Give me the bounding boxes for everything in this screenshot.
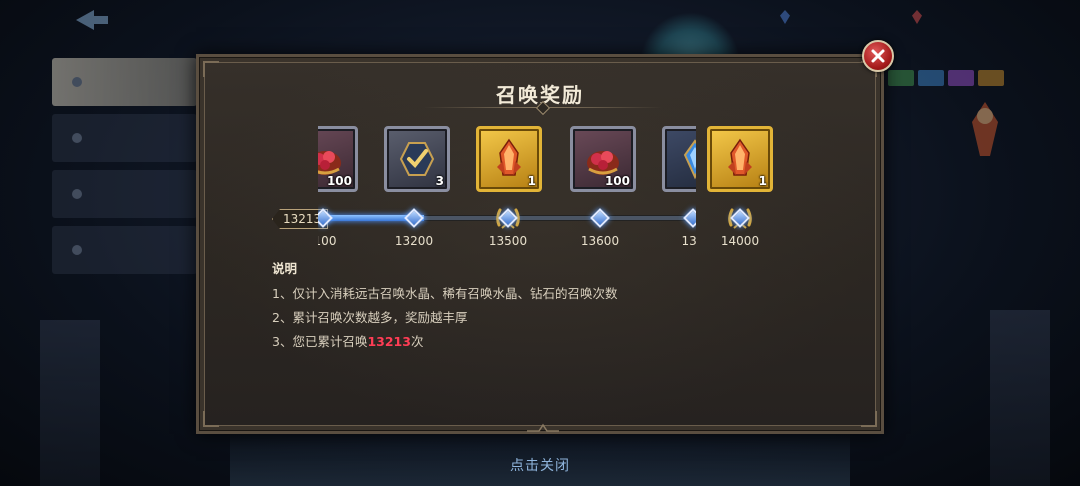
milestone-threshold: 13200 [394, 234, 434, 248]
frame-corner [861, 411, 877, 427]
reward-quantity: 100 [604, 174, 630, 188]
explanation-line-3: 3、您已累计召唤13213次 [272, 331, 617, 350]
hero-portrait-icon [972, 102, 998, 156]
explanation-section: 说明 1、仅计入消耗远古召唤水晶、稀有召唤水晶、钻石的召唤次数 2、累计召唤次数… [272, 258, 617, 355]
background-sidebar [52, 58, 197, 282]
reward-quantity: 1 [527, 174, 536, 188]
reward-card[interactable] [662, 126, 696, 192]
reward-card[interactable]: 1 [476, 126, 542, 192]
frame-corner [203, 61, 219, 77]
bottom-ornament [527, 423, 559, 432]
close-button[interactable] [862, 40, 894, 72]
checkmark-token-icon [399, 142, 435, 176]
reward-card[interactable]: 100 [318, 126, 358, 192]
summon-count: 13213 [367, 334, 411, 349]
back-arrow-icon [76, 10, 108, 30]
reward-card[interactable]: 1 [707, 126, 773, 192]
frame-corner [203, 411, 219, 427]
milestone-node [318, 208, 333, 228]
milestone-threshold: 13600 [580, 234, 620, 248]
fire-crystal-icon [497, 138, 521, 176]
final-milestone: 1 14000 [700, 118, 780, 258]
background-sidebar-item [52, 58, 197, 106]
reward-quantity: 1 [758, 174, 767, 188]
background-tab [978, 70, 1004, 86]
reward-quantity: 100 [326, 174, 352, 188]
resource-crystal-icon [912, 10, 926, 24]
blue-crystal-icon [683, 139, 696, 180]
background-tab [888, 70, 914, 86]
background-sidebar-item [52, 226, 197, 274]
explanation-line-3-suffix: 次 [410, 334, 424, 349]
explanation-line-2: 2、累计召唤次数越多，奖励越丰厚 [272, 310, 468, 325]
explanation-line-1: 1、仅计入消耗远古召唤水晶、稀有召唤水晶、钻石的召唤次数 [272, 286, 618, 301]
tap-to-close[interactable]: 点击关闭 [0, 455, 1080, 475]
background-sidebar-item [52, 114, 197, 162]
milestone-threshold: 13500 [488, 234, 528, 248]
milestone-node [683, 208, 696, 228]
milestone-threshold: 100 [318, 234, 337, 248]
milestone-node [590, 208, 610, 228]
background-tab [948, 70, 974, 86]
explanation-line-3-prefix: 3、您已累计召唤 [272, 334, 368, 349]
milestone-threshold: 137 [681, 234, 696, 248]
resource-gem-icon [780, 10, 794, 24]
background-tab [918, 70, 944, 86]
milestone-node [496, 208, 520, 229]
reward-card[interactable]: 3 [384, 126, 450, 192]
background-sidebar-item [52, 170, 197, 218]
milestone-node [728, 208, 752, 229]
reward-track[interactable]: 100 100 3 13200 1 13500 100 13600 137 [318, 118, 696, 258]
close-icon [871, 49, 885, 63]
reward-track-inner: 100 100 3 13200 1 13500 100 13600 137 [318, 118, 696, 258]
milestone-threshold: 14000 [720, 234, 760, 248]
reward-quantity: 3 [435, 174, 444, 188]
milestone-node [404, 208, 424, 228]
explanation-heading: 说明 [272, 261, 298, 276]
reward-card[interactable]: 100 [570, 126, 636, 192]
